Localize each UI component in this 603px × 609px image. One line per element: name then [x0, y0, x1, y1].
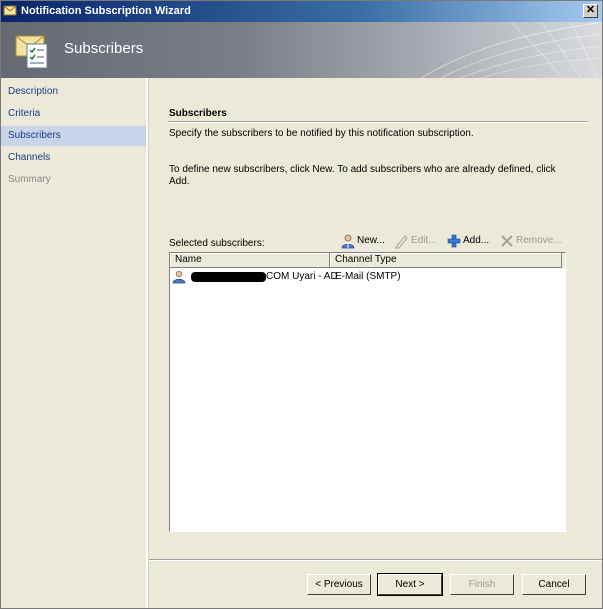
subscriber-channel-type: E-Mail (SMTP) — [335, 271, 401, 282]
subscriber-icon — [172, 270, 186, 284]
subscriber-name: COM Uyari - AD — [266, 271, 338, 282]
section-divider — [168, 121, 588, 123]
header-title: Subscribers — [64, 40, 144, 57]
finish-button: Finish — [450, 574, 514, 595]
new-button[interactable]: New... — [340, 232, 390, 250]
remove-button: Remove... — [499, 232, 563, 250]
add-button-label: Add... — [463, 235, 490, 246]
envelope-checklist-icon — [15, 35, 48, 69]
sidebar-item-description[interactable]: Description — [1, 82, 146, 102]
next-button[interactable]: Next > — [377, 573, 443, 596]
sidebar-item-summary: Summary — [8, 174, 51, 185]
footer-divider — [149, 559, 602, 561]
pencil-icon — [395, 235, 408, 249]
window-title: Notification Subscription Wizard — [21, 5, 191, 17]
new-user-icon — [341, 234, 355, 249]
subscribers-list[interactable]: Name Channel Type COM Uyari - AD E-Mail … — [169, 252, 566, 532]
edit-button-label: Edit... — [411, 235, 437, 246]
sidebar-item-subscribers[interactable]: Subscribers — [1, 126, 146, 146]
section-title: Subscribers — [169, 108, 227, 119]
edit-button: Edit... — [394, 232, 440, 250]
title-bar[interactable]: Notification Subscription Wizard ✕ — [1, 1, 602, 22]
cancel-button[interactable]: Cancel — [522, 574, 586, 595]
wizard-window: Notification Subscription Wizard ✕ Subsc… — [0, 0, 603, 609]
sidebar-item-criteria[interactable]: Criteria — [1, 104, 146, 124]
previous-button[interactable]: < Previous — [307, 574, 371, 595]
wizard-header: Subscribers — [1, 22, 602, 78]
instructions-text: To define new subscribers, click New. To… — [169, 164, 556, 187]
table-row[interactable]: COM Uyari - AD E-Mail (SMTP) — [170, 269, 565, 285]
app-icon — [3, 5, 17, 16]
plus-icon — [447, 234, 461, 248]
sidebar-item-channels[interactable]: Channels — [1, 148, 146, 168]
remove-button-label: Remove... — [516, 235, 562, 246]
header-decoration — [420, 22, 602, 78]
section-description: Specify the subscribers to be notified b… — [169, 128, 474, 139]
column-header-channel-type[interactable]: Channel Type — [330, 253, 562, 268]
new-button-label: New... — [357, 235, 385, 246]
wizard-steps-sidebar: Description Criteria Subscribers Channel… — [1, 78, 148, 608]
wizard-content: Subscribers Specify the subscribers to b… — [149, 78, 602, 608]
redacted-text — [191, 272, 266, 282]
column-header-name[interactable]: Name — [170, 253, 330, 268]
list-header: Name Channel Type — [170, 253, 565, 268]
add-button[interactable]: Add... — [446, 232, 494, 250]
selected-subscribers-label: Selected subscribers: — [169, 238, 265, 249]
remove-x-icon — [501, 235, 513, 247]
close-button[interactable]: ✕ — [583, 4, 598, 18]
